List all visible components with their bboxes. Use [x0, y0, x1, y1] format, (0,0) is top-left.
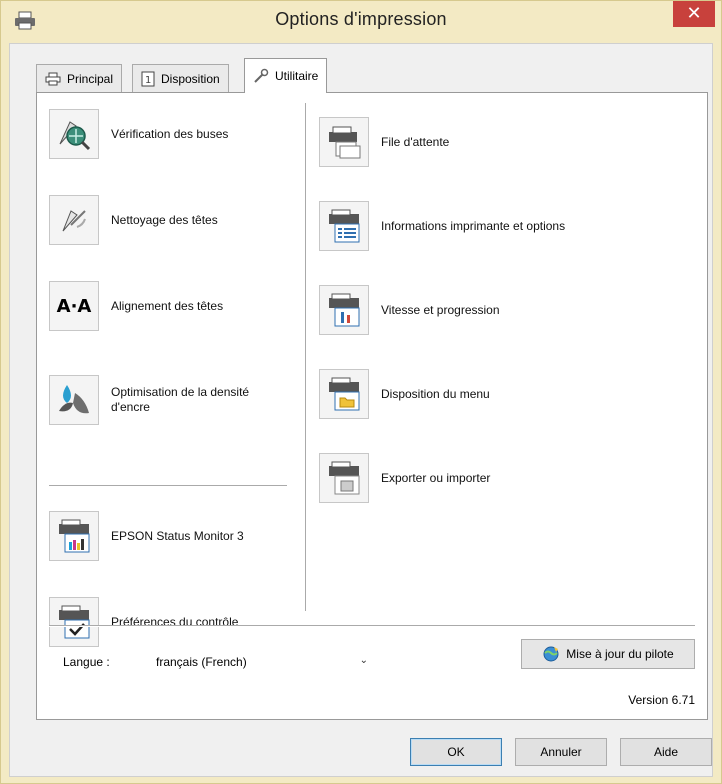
- dialog-body: Principal 1 Disposition Utilitaire Vérif…: [9, 43, 713, 777]
- head-cleaning-icon: [49, 195, 99, 245]
- menu-arrangement-label: Disposition du menu: [381, 386, 490, 401]
- menu-arrangement-icon: [319, 369, 369, 419]
- head-cleaning-button[interactable]: Nettoyage des têtes: [49, 195, 218, 245]
- printer-icon: [45, 72, 61, 85]
- head-cleaning-label: Nettoyage des têtes: [111, 212, 218, 227]
- status-monitor-icon: [49, 511, 99, 561]
- version-text: Version 6.71: [628, 693, 695, 707]
- nozzle-check-button[interactable]: Vérification des buses: [49, 109, 228, 159]
- globe-update-icon: [543, 646, 559, 662]
- tab-disposition[interactable]: 1 Disposition: [132, 64, 229, 92]
- window-title: Options d'impression: [275, 9, 447, 29]
- language-select[interactable]: français (French) ⌄: [149, 649, 377, 675]
- monitoring-preferences-label: Préférences du contrôle: [111, 614, 239, 629]
- tab-label: Disposition: [161, 71, 220, 86]
- tab-utilitaire[interactable]: Utilitaire: [244, 58, 328, 93]
- driver-update-label: Mise à jour du pilote: [566, 647, 674, 661]
- utility-panel: Vérification des buses Nettoyage des têt…: [36, 92, 708, 720]
- ink-density-button[interactable]: Optimisation de la densité d'encre: [49, 375, 251, 425]
- nozzle-check-label: Vérification des buses: [111, 126, 229, 141]
- title-bar[interactable]: Options d'impression ✕: [1, 1, 721, 43]
- printer-info-icon: [319, 201, 369, 251]
- status-monitor-label: EPSON Status Monitor 3: [111, 528, 244, 543]
- language-label: Langue :: [63, 655, 110, 669]
- cancel-button[interactable]: Annuler: [515, 738, 607, 766]
- chevron-down-icon: ⌄: [359, 655, 368, 666]
- print-queue-label: File d'attente: [381, 134, 450, 149]
- speed-progress-button[interactable]: Vitesse et progression: [319, 285, 500, 335]
- printer-info-label: Informations imprimante et options: [381, 218, 566, 233]
- print-queue-icon: [319, 117, 369, 167]
- status-monitor-button[interactable]: EPSON Status Monitor 3: [49, 511, 244, 561]
- printer-info-button[interactable]: Informations imprimante et options: [319, 201, 565, 251]
- column-separator: [305, 103, 307, 611]
- head-alignment-icon-text: A·A: [56, 295, 92, 317]
- monitoring-preferences-icon: [49, 597, 99, 647]
- monitoring-preferences-button[interactable]: Préférences du contrôle: [49, 597, 238, 647]
- ink-density-icon: [49, 375, 99, 425]
- help-button[interactable]: Aide: [620, 738, 712, 766]
- print-queue-button[interactable]: File d'attente: [319, 117, 449, 167]
- head-alignment-label: Alignement des têtes: [111, 298, 224, 313]
- driver-update-button[interactable]: Mise à jour du pilote: [521, 639, 695, 669]
- menu-arrangement-button[interactable]: Disposition du menu: [319, 369, 490, 419]
- tab-principal[interactable]: Principal: [36, 64, 123, 92]
- speed-progress-label: Vitesse et progression: [381, 302, 500, 317]
- bottom-separator: [49, 625, 695, 627]
- head-alignment-icon: A·A: [49, 281, 99, 331]
- print-options-window: Options d'impression ✕ Principal 1 Dispo…: [0, 0, 722, 784]
- speed-progress-icon: [319, 285, 369, 335]
- head-alignment-button[interactable]: A·A Alignement des têtes: [49, 281, 223, 331]
- ok-button[interactable]: OK: [410, 738, 502, 766]
- tab-label: Utilitaire: [275, 69, 319, 83]
- export-import-button[interactable]: Exporter ou importer: [319, 453, 490, 503]
- wrench-icon: [254, 68, 269, 83]
- left-separator: [49, 485, 287, 487]
- tab-label: Principal: [67, 71, 114, 86]
- svg-text:1: 1: [145, 75, 151, 86]
- export-import-label: Exporter ou importer: [381, 470, 491, 485]
- page-layout-icon: 1: [141, 71, 155, 86]
- export-import-icon: [319, 453, 369, 503]
- language-value: français (French): [156, 655, 247, 669]
- close-button[interactable]: ✕: [673, 1, 715, 27]
- ink-density-label: Optimisation de la densité d'encre: [111, 385, 250, 414]
- nozzle-check-icon: [49, 109, 99, 159]
